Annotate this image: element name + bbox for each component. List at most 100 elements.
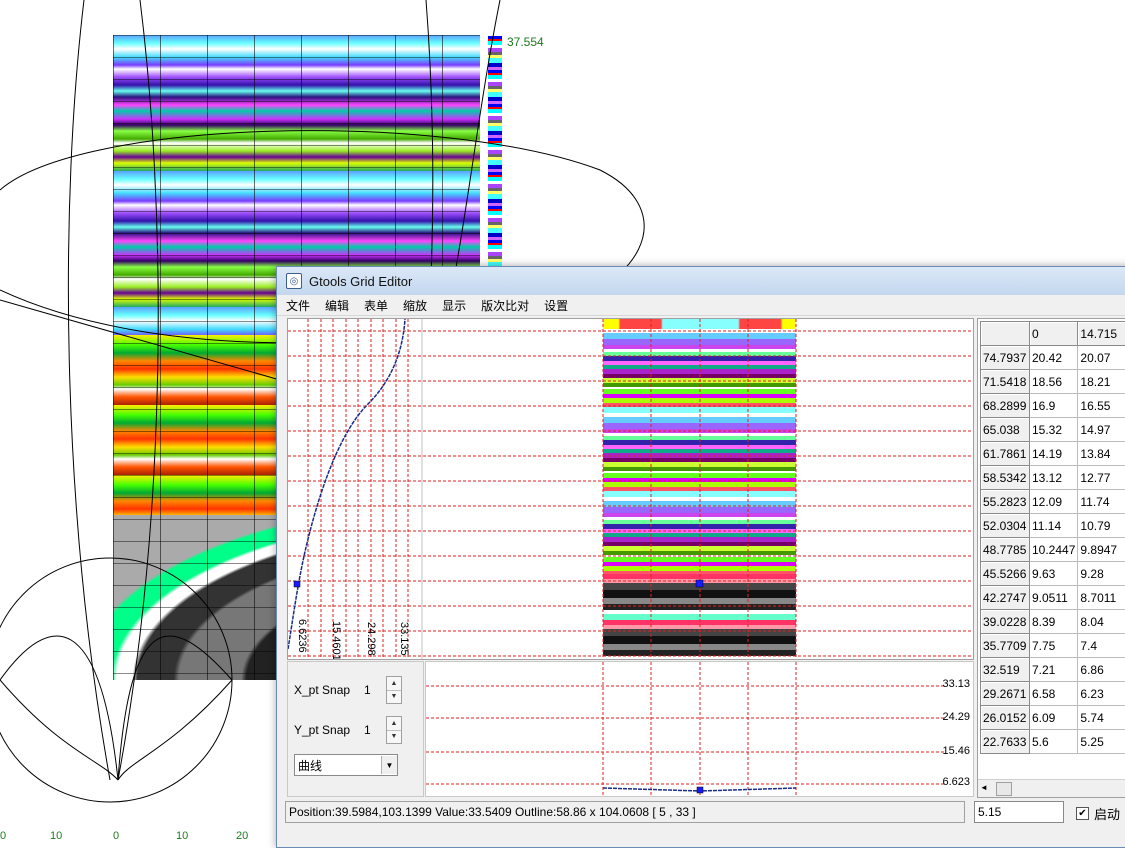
y-snap-spinner[interactable]: ▲ ▼: [386, 716, 402, 744]
table-row-header: 45.5266: [981, 562, 1030, 586]
table-cell[interactable]: 18.21: [1078, 370, 1125, 394]
menu-version-compare[interactable]: 版次比对: [475, 297, 535, 314]
table-cell[interactable]: 6.86: [1078, 658, 1125, 682]
bottom-axis-tick: 10: [176, 830, 188, 842]
menu-file[interactable]: 文件: [280, 297, 316, 314]
table-cell[interactable]: 6.58: [1030, 682, 1078, 706]
table-cell[interactable]: 14.97: [1078, 418, 1125, 442]
table-cell[interactable]: 13.12: [1030, 466, 1078, 490]
table-header-cell: [981, 322, 1030, 346]
table-cell[interactable]: 9.63: [1030, 562, 1078, 586]
plot-axis-label: 15.4601: [330, 621, 342, 660]
bottom-panel: X_pt Snap 1 ▲ ▼ Y_pt Snap 1 ▲ ▼ 曲线 ▼: [287, 661, 972, 799]
table-row: 55.282312.0911.74: [981, 490, 1125, 514]
mode-select[interactable]: 曲线 ▼: [294, 754, 398, 776]
menu-form[interactable]: 表单: [358, 297, 394, 314]
table-cell[interactable]: 7.21: [1030, 658, 1078, 682]
scrollbar-thumb[interactable]: [996, 782, 1012, 796]
profile-canvas[interactable]: 33.13 24.29 15.46 6.623: [425, 661, 974, 797]
table-cell[interactable]: 5.74: [1078, 706, 1125, 730]
table-header-cell: 14.715: [1078, 322, 1125, 346]
spin-down-icon[interactable]: ▼: [387, 690, 401, 704]
window-title: Gtools Grid Editor: [309, 274, 412, 289]
table-row-header: 74.7937: [981, 346, 1030, 370]
profile-level-label: 6.623: [942, 776, 970, 788]
y-snap-value[interactable]: 1: [364, 723, 386, 737]
spin-down-icon[interactable]: ▼: [387, 730, 401, 744]
table-cell[interactable]: 8.04: [1078, 610, 1125, 634]
table-row-header: 35.7709: [981, 634, 1030, 658]
x-snap-spinner[interactable]: ▲ ▼: [386, 676, 402, 704]
table-cell[interactable]: 9.8947: [1078, 538, 1125, 562]
table-cell[interactable]: 10.2447: [1030, 538, 1078, 562]
table-cell[interactable]: 16.55: [1078, 394, 1125, 418]
bottom-axis-tick: 0: [0, 830, 6, 842]
grid-editor-window: ◎ Gtools Grid Editor 文件 编辑 表单 缩放 显示 版次比对…: [276, 266, 1125, 848]
table-cell[interactable]: 6.23: [1078, 682, 1125, 706]
table-cell[interactable]: 5.25: [1078, 730, 1125, 754]
bottom-axis-tick: 20: [236, 830, 248, 842]
title-bar[interactable]: ◎ Gtools Grid Editor: [277, 267, 1125, 295]
spin-up-icon[interactable]: ▲: [387, 677, 401, 690]
value-input[interactable]: [974, 801, 1064, 823]
status-text: Position:39.5984,103.1399 Value:33.5409 …: [289, 805, 696, 819]
grid-plot-canvas[interactable]: 6.6236 15.4601 24.298 33.135: [287, 318, 974, 660]
table-row: 42.27479.05118.7011: [981, 586, 1125, 610]
table-cell[interactable]: 8.7011: [1078, 586, 1125, 610]
table-cell[interactable]: 9.0511: [1030, 586, 1078, 610]
status-bar: Position:39.5984,103.1399 Value:33.5409 …: [285, 801, 965, 823]
table-cell[interactable]: 7.4: [1078, 634, 1125, 658]
table-cell[interactable]: 10.79: [1078, 514, 1125, 538]
table-cell[interactable]: 11.14: [1030, 514, 1078, 538]
mode-select-value: 曲线: [295, 757, 381, 774]
checkbox-check-icon[interactable]: ✔: [1076, 807, 1089, 820]
bottom-axis-tick: 0: [113, 830, 119, 842]
table-cell[interactable]: 14.19: [1030, 442, 1078, 466]
table-row: 52.030411.1410.79: [981, 514, 1125, 538]
grid-data-table: 014.71574.793720.4220.0771.541818.5618.2…: [977, 318, 1125, 798]
horizontal-scrollbar[interactable]: ◄: [978, 779, 1125, 797]
table-cell[interactable]: 6.09: [1030, 706, 1078, 730]
table-cell[interactable]: 12.77: [1078, 466, 1125, 490]
grid-editor-app-icon: ◎: [286, 273, 302, 289]
table-row-header: 39.0228: [981, 610, 1030, 634]
table-cell[interactable]: 13.84: [1078, 442, 1125, 466]
scroll-left-icon[interactable]: ◄: [980, 783, 988, 792]
profile-overlay: [426, 662, 973, 796]
menu-settings[interactable]: 设置: [538, 297, 574, 314]
chevron-down-icon[interactable]: ▼: [381, 756, 397, 774]
table-cell[interactable]: 20.42: [1030, 346, 1078, 370]
table-cell[interactable]: 9.28: [1078, 562, 1125, 586]
table-row: 35.77097.757.4: [981, 634, 1125, 658]
plot-axis-label: 24.298: [365, 622, 377, 656]
table-row: 39.02288.398.04: [981, 610, 1125, 634]
x-snap-value[interactable]: 1: [364, 683, 386, 697]
plot-overlay: [288, 319, 973, 659]
table-row-header: 71.5418: [981, 370, 1030, 394]
profile-level-label: 24.29: [942, 711, 970, 723]
profile-level-label: 33.13: [942, 678, 970, 690]
table-cell[interactable]: 11.74: [1078, 490, 1125, 514]
table-cell[interactable]: 8.39: [1030, 610, 1078, 634]
table-cell[interactable]: 15.32: [1030, 418, 1078, 442]
menu-zoom[interactable]: 缩放: [397, 297, 433, 314]
table-row: 45.52669.639.28: [981, 562, 1125, 586]
menu-display[interactable]: 显示: [436, 297, 472, 314]
bottom-axis-tick: 10: [50, 830, 62, 842]
table-row-header: 65.038: [981, 418, 1030, 442]
table-cell[interactable]: 18.56: [1030, 370, 1078, 394]
table-cell[interactable]: 5.6: [1030, 730, 1078, 754]
table-row: 26.01526.095.74: [981, 706, 1125, 730]
table-cell[interactable]: 12.09: [1030, 490, 1078, 514]
table-cell[interactable]: 7.75: [1030, 634, 1078, 658]
menu-bar: 文件 编辑 表单 缩放 显示 版次比对 设置: [277, 295, 1125, 316]
table-row: 48.778510.24479.8947: [981, 538, 1125, 562]
table-cell[interactable]: 16.9: [1030, 394, 1078, 418]
menu-edit[interactable]: 编辑: [319, 297, 355, 314]
table-row: 65.03815.3214.97: [981, 418, 1125, 442]
table-row: 61.786114.1913.84: [981, 442, 1125, 466]
enable-checkbox[interactable]: ✔ 启动: [1076, 804, 1120, 823]
spin-up-icon[interactable]: ▲: [387, 717, 401, 730]
table-cell[interactable]: 20.07: [1078, 346, 1125, 370]
table-row-header: 52.0304: [981, 514, 1030, 538]
